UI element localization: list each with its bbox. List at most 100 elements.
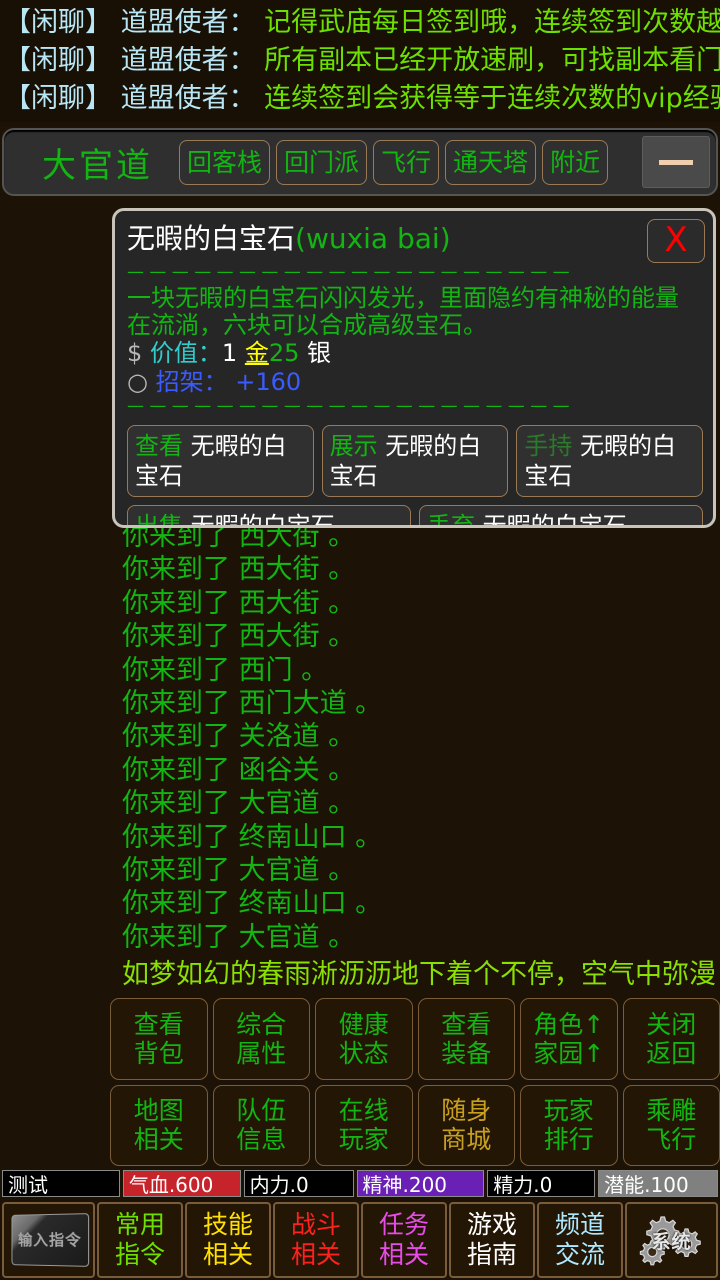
bottom-toolbar: 输入指令 常用指令 技能相关 战斗相关 任务相关 游戏指南 频道交流	[0, 1200, 720, 1280]
item-stat-row: ○ 招架： +160	[115, 368, 713, 397]
system-settings-button[interactable]: 系统	[625, 1202, 718, 1278]
action-row-2: 出售 无暇的白宝石 丢弃 无暇的白宝石	[127, 505, 703, 528]
action-verb: 展示	[329, 432, 378, 460]
command-character-home[interactable]: 角色↑ 家园↑	[520, 998, 618, 1080]
item-value-row: $ 价值：1 金25 银	[115, 339, 713, 368]
chat-line[interactable]: 【闲聊】 道盟使者： 所有副本已经开放速刷，可找副本看门人问询	[4, 42, 720, 80]
command-map[interactable]: 地图 相关	[110, 1084, 208, 1166]
nav-button-return-sect[interactable]: 回门派	[276, 139, 368, 185]
command-line-2: 返回	[646, 1038, 697, 1068]
status-mp[interactable]: 内力.0	[243, 1169, 354, 1197]
action-row-1: 查看 无暇的白宝石 展示 无暇的白宝石 手持 无暇的白宝石	[127, 425, 704, 497]
toolbar-skills[interactable]: 技能 相关	[185, 1202, 271, 1278]
toolbar-quests[interactable]: 任务 相关	[361, 1202, 447, 1278]
command-line-2: 飞行	[646, 1125, 697, 1155]
chat-ticker[interactable]: 【闲聊】 道盟使者： 记得武庙每日签到哦，连续签到次数越多，奖 【闲聊】 道盟使…	[0, 0, 720, 122]
toolbar-line-2: 指令	[114, 1240, 165, 1269]
currency-icon: $	[127, 339, 143, 367]
keyboard-icon: 输入指令	[10, 1213, 89, 1267]
command-health-status[interactable]: 健康 状态	[315, 998, 413, 1080]
toolbar-line-2: 指南	[466, 1240, 517, 1269]
action-verb: 丢弃	[427, 512, 475, 528]
command-close-return[interactable]: 关闭 返回	[622, 998, 720, 1080]
dialog-header: 无暇的白宝石(wuxia bai) X	[115, 211, 713, 263]
close-icon[interactable]: X	[647, 219, 705, 263]
command-line-2: 背包	[133, 1038, 184, 1068]
input-command-button[interactable]: 输入指令	[2, 1202, 95, 1278]
action-drop-button[interactable]: 丢弃 无暇的白宝石	[419, 505, 703, 528]
chat-speaker: 道盟使者：	[112, 7, 256, 38]
command-attributes[interactable]: 综合 属性	[212, 998, 310, 1080]
command-line-1: 查看	[133, 1009, 184, 1039]
command-line-1: 健康	[338, 1009, 389, 1039]
command-line-2: 信息	[236, 1125, 287, 1155]
log-line: 你来到了 西大街 。	[122, 554, 356, 586]
log-line: 你来到了 大官道 。	[122, 855, 356, 887]
log-line: 你来到了 大官道 。	[122, 788, 356, 820]
command-eagle-flight[interactable]: 乘雕 飞行	[622, 1084, 720, 1166]
item-title: 无暇的白宝石(wuxia bai)	[127, 219, 647, 259]
circle-icon: ○	[127, 368, 148, 396]
command-line-2: 玩家	[338, 1125, 389, 1155]
nav-button-fly[interactable]: 飞行	[373, 139, 440, 185]
toolbar-combat[interactable]: 战斗 相关	[273, 1202, 359, 1278]
item-detail-dialog: 无暇的白宝石(wuxia bai) X — — — — — — — — — — …	[112, 208, 716, 528]
nav-button-tower[interactable]: 通天塔	[445, 139, 537, 185]
toolbar-line-2: 交流	[554, 1240, 605, 1269]
status-bar: 测试 气血.600 内力.0 精神.200 精力.0 潜能.100	[0, 1168, 720, 1198]
command-player-ranking[interactable]: 玩家 排行	[520, 1084, 618, 1166]
command-line-1: 关闭	[646, 1009, 697, 1039]
command-line-1: 在线	[338, 1096, 389, 1126]
item-description: 一块无暇的白宝石闪闪发光，里面隐约有神秘的能量在流淌，六块可以合成高级宝石。	[127, 284, 679, 339]
toolbar-common-commands[interactable]: 常用 指令	[97, 1202, 183, 1278]
nav-button-return-inn[interactable]: 回客栈	[179, 139, 271, 185]
action-verb: 查看	[135, 432, 183, 460]
command-team-info[interactable]: 队伍 信息	[212, 1084, 310, 1166]
chat-message: 连续签到会获得等于连续次数的vip经验。	[255, 83, 720, 114]
chat-line[interactable]: 【闲聊】 道盟使者： 记得武庙每日签到哦，连续签到次数越多，奖	[4, 4, 720, 42]
log-line: 你来到了 西大街 。	[122, 621, 356, 653]
action-sell-button[interactable]: 出售 无暇的白宝石	[127, 505, 411, 528]
status-hp[interactable]: 气血.600	[122, 1169, 241, 1197]
command-view-backpack[interactable]: 查看 背包	[110, 998, 208, 1080]
command-line-1: 乘雕	[646, 1096, 697, 1126]
toolbar-channels[interactable]: 频道 交流	[537, 1202, 623, 1278]
status-potential[interactable]: 潜能.100	[598, 1169, 718, 1197]
chat-speaker: 道盟使者：	[112, 45, 256, 76]
log-line: 你来到了 函谷关 。	[122, 754, 356, 786]
minimize-icon[interactable]	[642, 136, 710, 188]
action-object: 无暇的白宝石	[183, 512, 335, 528]
chat-message: 记得武庙每日签到哦，连续签到次数越多，奖	[264, 7, 720, 38]
action-wield-button[interactable]: 手持 无暇的白宝石	[516, 425, 704, 497]
toolbar-line-1: 任务	[378, 1210, 429, 1239]
toolbar-line-1: 战斗	[290, 1210, 341, 1239]
item-value-silver: 25	[268, 339, 300, 367]
toolbar-line-1: 常用	[114, 1210, 165, 1239]
command-mobile-shop[interactable]: 随身 商城	[417, 1084, 515, 1166]
log-line: 你来到了 终南山口 。	[122, 821, 383, 853]
current-location-label: 大官道	[42, 145, 153, 186]
command-line-1: 随身	[441, 1096, 492, 1126]
toolbar-line-2: 相关	[202, 1240, 253, 1269]
action-show-button[interactable]: 展示 无暇的白宝石	[321, 425, 509, 497]
command-view-equipment[interactable]: 查看 装备	[417, 998, 515, 1080]
log-line: 你来到了 大官道 。	[122, 921, 356, 953]
log-line: 你来到了 关洛道 。	[122, 721, 356, 753]
command-online-players[interactable]: 在线 玩家	[315, 1084, 413, 1166]
command-line-1: 地图	[133, 1096, 184, 1126]
action-inspect-button[interactable]: 查看 无暇的白宝石	[127, 425, 314, 497]
chat-channel: 【闲聊】	[4, 45, 112, 76]
toolbar-game-guide[interactable]: 游戏 指南	[449, 1202, 535, 1278]
status-energy[interactable]: 精力.0	[487, 1169, 596, 1197]
gold-unit: 金	[244, 339, 269, 367]
log-line: 你来到了 西门大道 。	[122, 688, 383, 720]
status-spirit[interactable]: 精神.200	[356, 1169, 485, 1197]
chat-message: 所有副本已经开放速刷，可找副本看门人问询	[264, 45, 720, 76]
chat-channel: 【闲聊】	[4, 83, 112, 114]
chat-line[interactable]: 【闲聊】 道盟使者： 连续签到会获得等于连续次数的vip经验。	[4, 80, 720, 118]
nav-button-nearby[interactable]: 附近	[542, 139, 609, 185]
divider-bottom: — — — — — — — — — — — — — — — — — — — —	[127, 397, 570, 416]
command-line-2: 排行	[543, 1125, 594, 1155]
system-label: 系统	[651, 1231, 692, 1253]
command-line-1: 玩家	[543, 1096, 594, 1126]
